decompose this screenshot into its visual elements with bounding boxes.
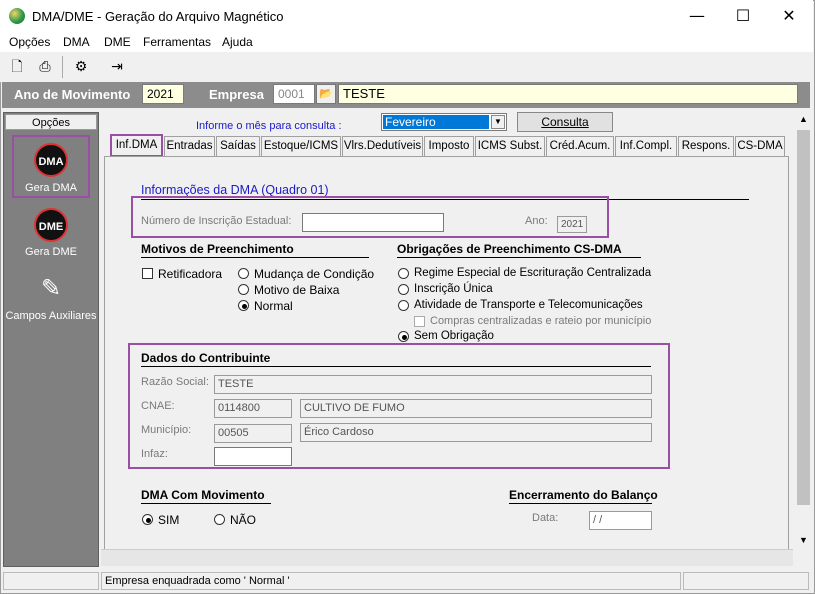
- radio-mudanca-label: Mudança de Condição: [254, 267, 375, 281]
- radio-sim-label: SIM: [158, 513, 180, 527]
- menu-ferramentas[interactable]: Ferramentas: [143, 35, 211, 49]
- sidebar-item-gera-dme[interactable]: Gera DME: [3, 246, 99, 258]
- radio-inscricao-label: Inscrição Única: [414, 283, 493, 295]
- sidebar-item-campos-auxiliares[interactable]: Campos Auxiliares: [3, 310, 99, 322]
- close-button[interactable]: ✕: [766, 0, 812, 32]
- ano-input[interactable]: 2021: [142, 84, 184, 104]
- radio-transporte[interactable]: [398, 300, 409, 311]
- infaz-input[interactable]: [214, 447, 292, 466]
- window-title: DMA/DME - Geração do Arquivo Magnético: [32, 9, 284, 24]
- menu-ajuda[interactable]: Ajuda: [222, 35, 253, 49]
- radio-normal[interactable]: [238, 300, 249, 311]
- radio-sim[interactable]: [142, 514, 153, 525]
- chevron-down-icon[interactable]: ▼: [491, 115, 505, 129]
- ano-info-label: Ano:: [525, 215, 548, 227]
- radio-regime-label: Regime Especial de Escrituração Centrali…: [414, 267, 652, 279]
- tab-cs-dma[interactable]: CS-DMA: [735, 136, 785, 156]
- cnae-code-field: 0114800: [214, 399, 292, 418]
- tab-respons[interactable]: Respons.: [678, 136, 734, 156]
- sidebar-title: Opções: [5, 114, 97, 130]
- movimento-title: DMA Com Movimento: [141, 488, 265, 502]
- dma-icon: DMA: [34, 143, 68, 177]
- radio-mudanca[interactable]: [238, 268, 249, 279]
- radio-nao[interactable]: [214, 514, 225, 525]
- preview-icon[interactable]: 🗋: [6, 56, 28, 78]
- encerramento-title: Encerramento do Balanço: [509, 488, 658, 502]
- menu-opcoes[interactable]: Opções: [9, 35, 50, 49]
- ano-info-field: 2021: [557, 216, 587, 233]
- status-panel: [683, 572, 809, 590]
- menu-dme[interactable]: DME: [104, 35, 131, 49]
- infaz-label: Infaz:: [141, 448, 168, 460]
- ano-label: Ano de Movimento: [14, 87, 131, 102]
- retificadora-label: Retificadora: [158, 267, 223, 281]
- inscricao-input[interactable]: [302, 213, 444, 232]
- status-text: Empresa enquadrada como ' Normal ': [105, 575, 290, 587]
- horizontal-scrollbar[interactable]: [101, 549, 793, 566]
- radio-sem-obrigacao[interactable]: [398, 331, 409, 342]
- maximize-button[interactable]: ☐: [720, 0, 766, 32]
- tab-saidas[interactable]: Saídas: [216, 136, 260, 156]
- compras-checkbox[interactable]: [414, 316, 425, 327]
- tab-vlrs-dedutiveis[interactable]: Vlrs.Dedutíveis: [342, 136, 423, 156]
- radio-normal-label: Normal: [254, 299, 293, 313]
- divider: [141, 503, 271, 504]
- sidebar-item-label: Gera DMA: [25, 182, 77, 194]
- inscricao-label: Número de Inscrição Estadual:: [141, 215, 292, 227]
- dme-icon[interactable]: DME: [34, 208, 68, 242]
- tab-imposto[interactable]: Imposto: [424, 136, 474, 156]
- obrigacoes-title: Obrigações de Preenchimento CS-DMA: [397, 242, 622, 256]
- divider: [397, 257, 641, 258]
- minimize-button[interactable]: —: [674, 0, 720, 32]
- data-label: Data:: [532, 512, 559, 524]
- tab-entradas[interactable]: Entradas: [164, 136, 215, 156]
- month-select-value: Fevereiro: [383, 115, 489, 129]
- radio-sem-label: Sem Obrigação: [414, 330, 494, 342]
- scroll-down-icon[interactable]: ▼: [795, 535, 812, 549]
- print-icon[interactable]: ⎙: [34, 56, 56, 78]
- data-input[interactable]: / /: [589, 511, 652, 530]
- empresa-code-input[interactable]: 0001: [273, 84, 315, 104]
- radio-transporte-label: Atividade de Transporte e Telecomunicaçõ…: [414, 299, 643, 311]
- cnae-desc-field: CULTIVO DE FUMO: [300, 399, 652, 418]
- consulta-prompt: Informe o mês para consulta :: [196, 120, 342, 132]
- tab-inf-compl[interactable]: Inf.Compl.: [615, 136, 677, 156]
- razao-field: TESTE: [214, 375, 652, 394]
- municipio-name-field: Érico Cardoso: [300, 423, 652, 442]
- radio-regime-especial[interactable]: [398, 268, 409, 279]
- scroll-up-icon[interactable]: ▲: [795, 114, 812, 128]
- empresa-label: Empresa: [209, 87, 264, 102]
- divider: [509, 503, 652, 504]
- divider: [141, 366, 651, 367]
- retificadora-checkbox[interactable]: [142, 268, 153, 279]
- menu-dma[interactable]: DMA: [63, 35, 90, 49]
- radio-baixa-label: Motivo de Baixa: [254, 283, 340, 297]
- tab-cred-acum[interactable]: Créd.Acum.: [546, 136, 614, 156]
- radio-baixa[interactable]: [238, 284, 249, 295]
- tab-inf-dma[interactable]: Inf.DMA: [110, 134, 163, 157]
- settings-icon[interactable]: ⚙: [70, 56, 92, 78]
- app-icon: [9, 8, 25, 24]
- motivos-title: Motivos de Preenchimento: [141, 242, 294, 256]
- open-folder-icon[interactable]: 📂: [316, 84, 336, 104]
- radio-nao-label: NÃO: [230, 513, 257, 527]
- empresa-name-field: TESTE: [338, 84, 798, 104]
- exit-door-icon[interactable]: ⇥: [106, 56, 128, 78]
- notepad-icon[interactable]: ✎: [34, 274, 68, 304]
- municipio-label: Município:: [141, 424, 192, 436]
- compras-label: Compras centralizadas e rateio por munic…: [430, 315, 652, 327]
- divider: [141, 257, 369, 258]
- municipio-code-field: 00505: [214, 424, 292, 443]
- tab-estoque-icms[interactable]: Estoque/ICMS: [261, 136, 341, 156]
- consulta-button[interactable]: Consulta: [517, 112, 613, 132]
- radio-inscricao-unica[interactable]: [398, 284, 409, 295]
- tab-icms-subst[interactable]: ICMS Subst.: [475, 136, 545, 156]
- scroll-thumb[interactable]: [797, 130, 810, 505]
- cnae-label: CNAE:: [141, 400, 175, 412]
- toolbar-separator: [62, 56, 63, 78]
- contribuinte-title: Dados do Contribuinte: [141, 351, 271, 365]
- status-panel: [3, 572, 99, 590]
- razao-label: Razão Social:: [141, 376, 209, 388]
- section-title-info: Informações da DMA (Quadro 01): [141, 183, 329, 197]
